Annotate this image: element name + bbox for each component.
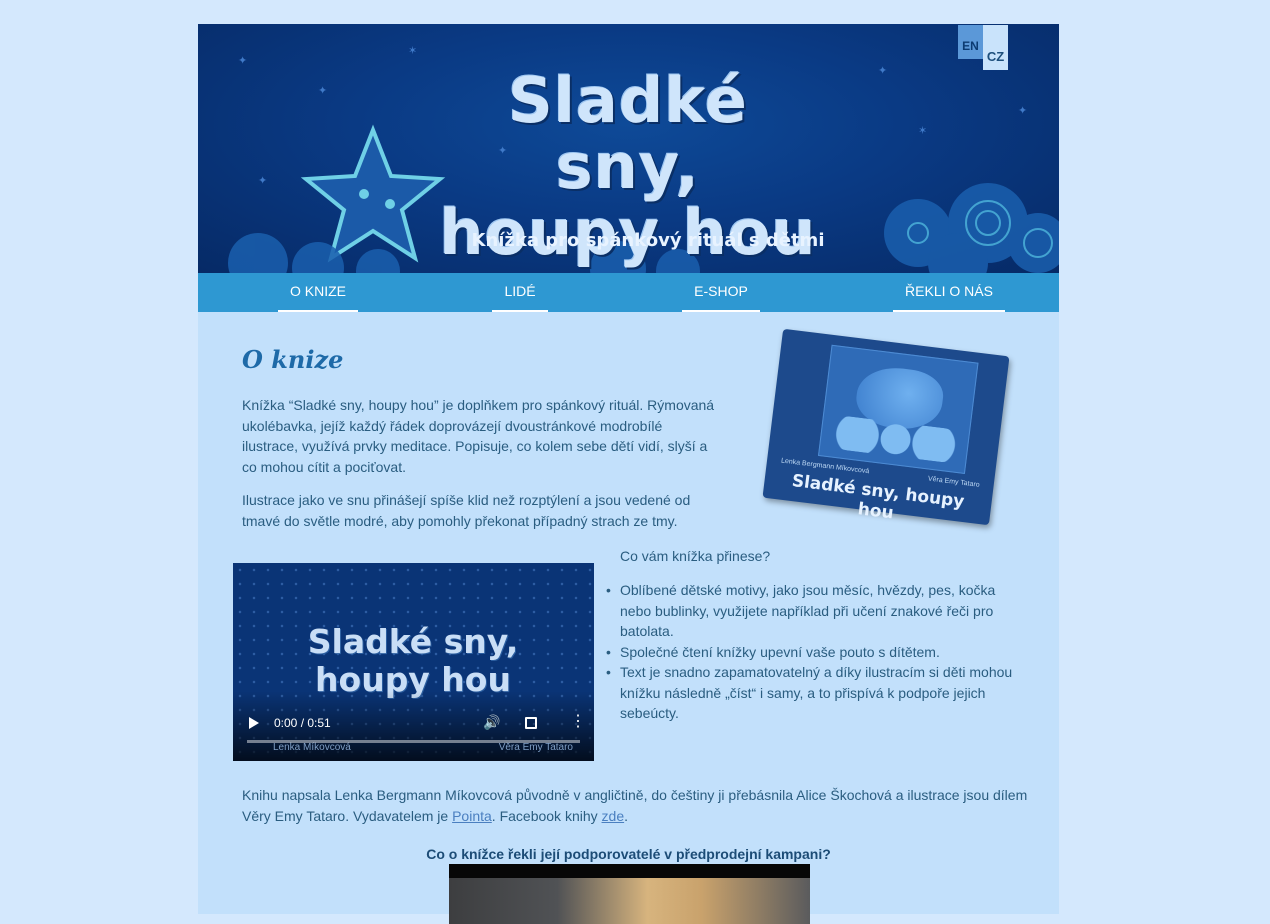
nav-item-o-knize[interactable]: O KNIZE [278,273,358,312]
list-item: Společné čtení knížky upevní vaše pouto … [606,642,1030,663]
supporters-video-thumbnail [449,878,810,924]
credits-text: Knihu napsala Lenka Bergmann Míkovcová p… [242,787,1028,824]
book-cover-illustrator: Věra Emy Tataro [927,475,981,489]
video-credit-author: Lenka Míkovcová [273,742,351,753]
star-decoration-icon: ✦ [318,85,328,97]
book-cover-illustration [817,344,979,474]
cloud-illustration-icon [829,414,962,464]
more-options-icon[interactable]: ⋮ [570,713,586,731]
star-decoration-icon: ✦ [1018,105,1028,117]
page-container: ✦ ✦ ✶ ✦ ✶ ✦ ✦ ✦ Sladké sny, houpy hou Kn… [198,24,1059,924]
star-decoration-icon: ✦ [878,65,888,77]
video-title: Sladké sny, houpy hou [307,622,519,699]
intro-paragraph: Knížka “Sladké sny, houpy hou” je doplňk… [242,397,715,475]
main-nav: O KNIZE LIDÉ E-SHOP ŘEKLI O NÁS [198,273,1059,312]
nav-item-lide[interactable]: LIDÉ [492,273,548,312]
benefits-question: Co vám knížka přinese? [620,548,771,564]
star-decoration-icon: ✶ [918,125,928,137]
volume-icon[interactable]: 🔊 [483,714,500,731]
video-time: 0:00 / 0:51 [274,716,331,730]
video-progress-bar[interactable] [247,740,580,743]
list-item: Text je snadno zapamatovatelný a díky il… [606,662,1030,724]
credits-text: . [624,807,628,824]
nav-item-e-shop[interactable]: E-SHOP [682,273,760,312]
publisher-link[interactable]: Pointa [452,808,492,824]
illustration-paragraph: Ilustrace jako ve snu přinášejí spíše kl… [242,492,691,529]
video-controls: 0:00 / 0:51 🔊 ⋮ [233,713,594,735]
star-decoration-icon: ✦ [238,55,248,67]
banner-subtitle: Knížka pro spánkový rituál s dětmi [471,230,825,251]
lang-cz-button[interactable]: CZ [983,25,1008,70]
star-decoration-icon: ✶ [408,45,418,57]
credits-text: . Facebook knihy [491,807,602,824]
supporters-question: Co o knížce řekli její podporovatelé v p… [426,846,831,862]
header-banner: ✦ ✦ ✶ ✦ ✶ ✦ ✦ ✦ Sladké sny, houpy hou Kn… [198,24,1059,273]
video-credits: Lenka Míkovcová Věra Emy Tataro [273,742,573,753]
facebook-link[interactable]: zde [602,808,625,824]
benefits-list: Oblíbené dětské motivy, jako jsou měsíc,… [606,580,1030,724]
video-credit-illustrator: Věra Emy Tataro [498,742,573,753]
page-title: O knize [242,345,344,374]
nav-item-rekli-o-nas[interactable]: ŘEKLI O NÁS [893,273,1005,312]
list-item: Oblíbené dětské motivy, jako jsou měsíc,… [606,580,1030,642]
book-cover-image: Lenka Bergmann Míkovcová Věra Emy Tataro… [762,328,1010,526]
supporters-video-player[interactable] [449,864,810,924]
lang-en-button[interactable]: EN [958,25,983,59]
play-icon[interactable] [249,717,259,729]
video-player[interactable]: Sladké sny, houpy hou Lenka Míkovcová Vě… [233,563,594,761]
credits-paragraph: Knihu napsala Lenka Bergmann Míkovcová p… [242,785,1032,826]
fullscreen-icon[interactable] [525,717,537,729]
